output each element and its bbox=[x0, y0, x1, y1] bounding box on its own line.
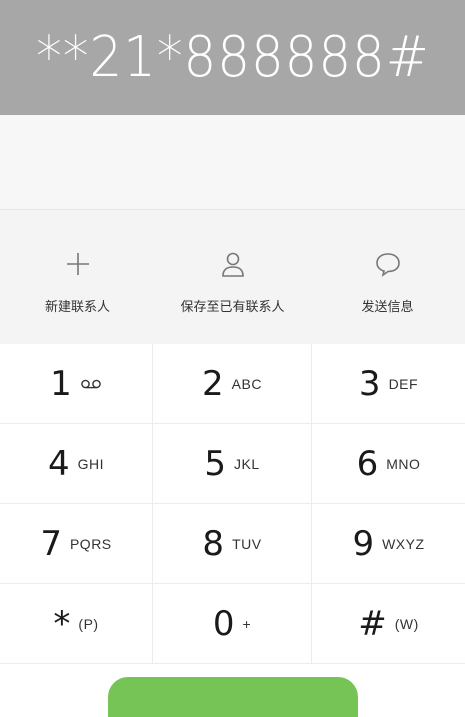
dial-keypad: 1 2 ABC 3 DEF 4 GHI 5 JKL 6 MNO 7 PQRS 8… bbox=[0, 344, 465, 664]
save-to-existing-contact-label: 保存至已有联系人 bbox=[180, 299, 285, 314]
message-bubble-icon bbox=[375, 253, 400, 277]
key-letters: GHI bbox=[77, 455, 105, 472]
key-6[interactable]: 6 MNO bbox=[312, 424, 465, 504]
save-to-existing-contact-button[interactable]: 保存至已有联系人 bbox=[155, 210, 310, 345]
key-letters: DEF bbox=[388, 375, 419, 392]
key-hash[interactable]: # (W) bbox=[312, 584, 465, 664]
key-digit: 9 bbox=[352, 523, 375, 564]
key-1[interactable]: 1 bbox=[0, 344, 153, 424]
key-letters: MNO bbox=[386, 455, 421, 472]
key-digit: 1 bbox=[50, 363, 72, 404]
send-message-button[interactable]: 发送信息 bbox=[310, 210, 465, 345]
plus-icon bbox=[66, 253, 89, 275]
send-message-label: 发送信息 bbox=[361, 299, 414, 314]
key-0[interactable]: 0 + bbox=[153, 584, 312, 664]
dialed-number-display: **21*888888# bbox=[0, 0, 465, 115]
key-digit: 7 bbox=[40, 523, 62, 564]
key-digit: 6 bbox=[356, 443, 379, 484]
key-4[interactable]: 4 GHI bbox=[0, 424, 153, 504]
dialer-blank-area bbox=[0, 115, 465, 209]
key-digit: 8 bbox=[202, 523, 225, 564]
key-digit: # bbox=[358, 603, 387, 644]
key-digit: * bbox=[53, 603, 71, 644]
key-letters: (P) bbox=[78, 615, 99, 632]
key-letters: WXYZ bbox=[382, 535, 425, 552]
key-letters: PQRS bbox=[69, 535, 112, 552]
key-letters: (W) bbox=[394, 615, 419, 632]
key-digit: 2 bbox=[202, 363, 224, 404]
key-letters: JKL bbox=[234, 455, 260, 472]
key-letters: TUV bbox=[232, 535, 262, 552]
key-5[interactable]: 5 JKL bbox=[153, 424, 312, 504]
key-3[interactable]: 3 DEF bbox=[312, 344, 465, 424]
key-2[interactable]: 2 ABC bbox=[153, 344, 312, 424]
contact-actions-bar: 新建联系人 保存至已有联系人 发送信息 bbox=[0, 209, 465, 345]
key-8[interactable]: 8 TUV bbox=[153, 504, 312, 584]
key-digit: 3 bbox=[358, 363, 381, 404]
voicemail-icon bbox=[81, 379, 101, 388]
key-letters: + bbox=[242, 615, 252, 632]
key-digit: 0 bbox=[212, 603, 235, 644]
key-7[interactable]: 7 PQRS bbox=[0, 504, 153, 584]
new-contact-label: 新建联系人 bbox=[44, 299, 110, 314]
call-button[interactable] bbox=[108, 677, 358, 717]
key-letters: ABC bbox=[231, 375, 262, 392]
key-star[interactable]: * (P) bbox=[0, 584, 153, 664]
new-contact-button[interactable]: 新建联系人 bbox=[0, 210, 155, 345]
key-9[interactable]: 9 WXYZ bbox=[312, 504, 465, 584]
person-icon bbox=[221, 252, 244, 277]
key-digit: 5 bbox=[204, 443, 226, 484]
key-digit: 4 bbox=[47, 443, 70, 484]
dialed-number: **21*888888# bbox=[35, 25, 430, 90]
